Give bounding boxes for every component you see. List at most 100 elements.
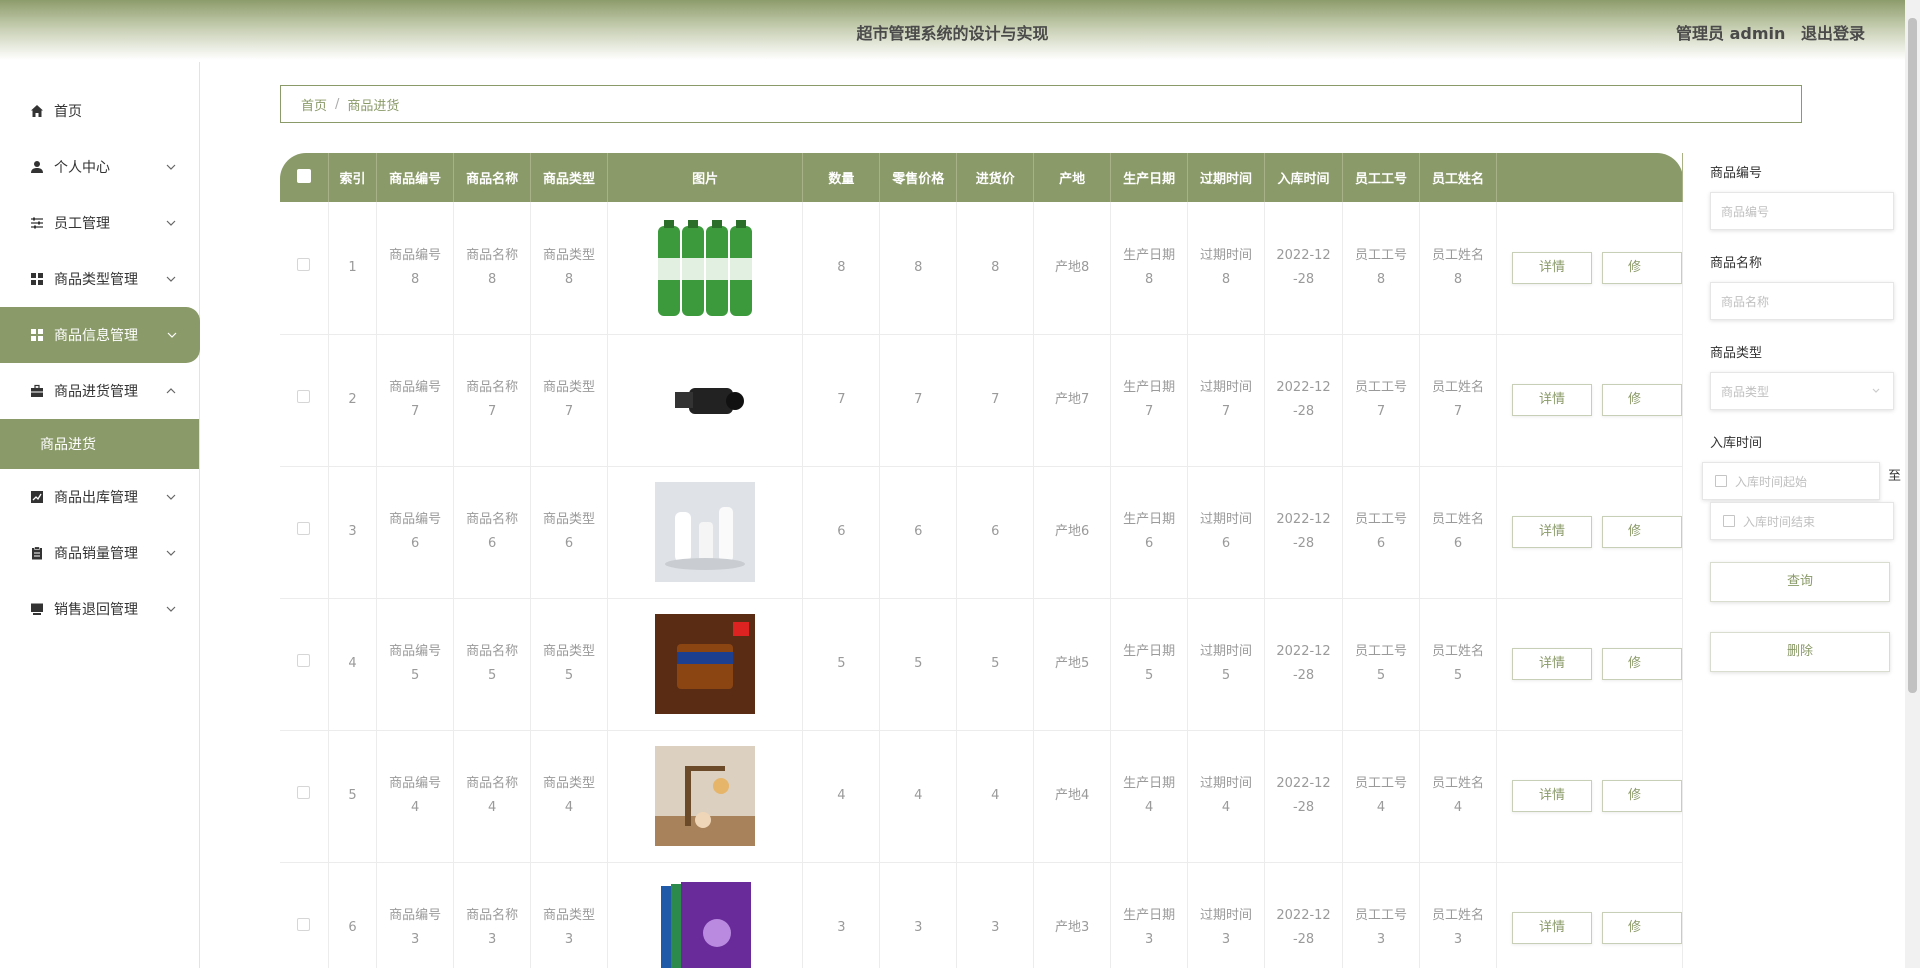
cell-name: 商品名称 7 — [453, 334, 532, 466]
edit-button[interactable]: 修 — [1601, 384, 1682, 416]
type-select-placeholder: 商品类型 — [1721, 384, 1770, 399]
cell-mfg: 生产日期 4 — [1110, 730, 1189, 862]
actions-header — [1496, 153, 1683, 202]
chevron-down-icon — [166, 606, 176, 612]
column-header: 进货价 — [956, 153, 1035, 202]
query-button[interactable]: 查询 — [1710, 562, 1890, 602]
name-input[interactable]: 商品名称 — [1710, 282, 1894, 320]
sidebar-item-label: 销售退回管理 — [54, 602, 138, 618]
row-checkbox[interactable] — [297, 390, 311, 403]
chart-icon — [30, 490, 44, 504]
delete-button[interactable]: 删除 — [1710, 632, 1890, 672]
edit-button[interactable]: 修 — [1601, 251, 1682, 284]
time-start-input[interactable]: 入库时间起始 — [1702, 462, 1880, 500]
cell-image — [607, 334, 804, 466]
cell-exp: 过期时间 8 — [1187, 202, 1266, 334]
grid-icon — [30, 328, 44, 342]
code-input[interactable]: 商品编号 — [1710, 192, 1894, 230]
sidebar-item-label: 商品进货管理 — [54, 384, 138, 400]
row-checkbox-cell[interactable] — [280, 598, 329, 730]
edit-button[interactable]: 修 — [1601, 516, 1682, 548]
cell-name: 商品名称 5 — [453, 598, 532, 730]
briefcase-icon — [30, 384, 44, 398]
cell-type: 商品类型 5 — [530, 598, 608, 730]
cell-code: 商品编号 8 — [376, 202, 455, 334]
table-row: 4 商品编号 5 商品名称 5 商品类型 5 5 5 5 产地5 生产日期 5 过期时间 5 2022-12-… — [280, 598, 1683, 730]
sidebar-item-home[interactable]: 首页 — [0, 83, 199, 139]
cell-qty: 5 — [802, 598, 881, 730]
row-checkbox-cell[interactable] — [280, 862, 329, 968]
cell-emp_name: 员工姓名 3 — [1419, 862, 1497, 968]
page-scrollbar[interactable] — [1905, 0, 1920, 968]
detail-button[interactable]: 详情 — [1511, 516, 1592, 548]
cell-cost: 6 — [956, 466, 1035, 598]
cell-emp_name: 员工姓名 4 — [1419, 730, 1497, 862]
row-checkbox[interactable] — [297, 786, 311, 799]
type-select[interactable]: 商品类型 — [1710, 372, 1894, 410]
cell-exp: 过期时间 3 — [1187, 862, 1266, 968]
detail-button[interactable]: 详情 — [1511, 912, 1592, 944]
sidebar-item-profile[interactable]: 个人中心 — [0, 139, 199, 195]
column-header: 产地 — [1033, 153, 1112, 202]
cell-origin: 产地6 — [1033, 466, 1112, 598]
cell-exp: 过期时间 6 — [1187, 466, 1266, 598]
breadcrumb-home[interactable]: 首页 — [301, 95, 327, 114]
cell-idx: 1 — [328, 202, 378, 334]
cell-mfg: 生产日期 7 — [1110, 334, 1189, 466]
column-header: 员工工号 — [1342, 153, 1421, 202]
edit-button[interactable]: 修 — [1601, 912, 1682, 944]
sidebar-subitem-purchase[interactable]: 商品进货 — [0, 419, 199, 469]
cell-instock: 2022-12 -28 — [1264, 334, 1344, 466]
table-body: 1 商品编号 8 商品名称 8 商品类型 8 8 8 8 产地8 生产日期 8 过期时间 8 2022-12-… — [280, 202, 1683, 968]
chevron-down-icon — [166, 494, 176, 500]
row-checkbox-cell[interactable] — [280, 202, 329, 334]
sidebar-item-purchase[interactable]: 商品进货管理 — [0, 363, 199, 419]
row-checkbox[interactable] — [297, 522, 311, 535]
row-checkbox-cell[interactable] — [280, 730, 329, 862]
chevron-down-icon — [166, 164, 176, 170]
detail-button[interactable]: 详情 — [1511, 251, 1592, 284]
scrollbar-thumb[interactable] — [1908, 18, 1917, 693]
sidebar-item-outbound[interactable]: 商品出库管理 — [0, 469, 199, 525]
cell-emp_id: 员工工号 8 — [1342, 202, 1421, 334]
detail-button[interactable]: 详情 — [1511, 648, 1592, 680]
row-checkbox[interactable] — [297, 257, 311, 271]
table-row: 1 商品编号 8 商品名称 8 商品类型 8 8 8 8 产地8 生产日期 8 过期时间 8 2022-12-… — [280, 202, 1683, 334]
sidebar-item-product-info[interactable]: 商品信息管理 — [0, 307, 200, 363]
chevron-up-icon — [166, 388, 176, 394]
cell-type: 商品类型 4 — [530, 730, 608, 862]
cell-code: 商品编号 6 — [376, 466, 455, 598]
row-checkbox-cell[interactable] — [280, 466, 329, 598]
select-all-header[interactable] — [280, 153, 329, 202]
cell-mfg: 生产日期 6 — [1110, 466, 1189, 598]
breadcrumb: 首页 / 商品进货 — [280, 85, 1802, 123]
product-image — [608, 217, 802, 318]
cell-mfg: 生产日期 5 — [1110, 598, 1189, 730]
sidebar-item-staff[interactable]: 员工管理 — [0, 195, 199, 251]
edit-button[interactable]: 修 — [1601, 780, 1682, 812]
time-end-input[interactable]: 入库时间结束 — [1710, 502, 1894, 540]
detail-button[interactable]: 详情 — [1511, 780, 1592, 812]
row-checkbox-cell[interactable] — [280, 334, 329, 466]
sidebar-item-label: 商品信息管理 — [54, 328, 138, 344]
logout-link[interactable]: 退出登录 — [1801, 24, 1865, 43]
column-header: 索引 — [328, 153, 378, 202]
cell-qty: 3 — [802, 862, 881, 968]
detail-button[interactable]: 详情 — [1511, 384, 1592, 416]
cell-emp_id: 员工工号 4 — [1342, 730, 1421, 862]
row-checkbox[interactable] — [297, 918, 311, 931]
column-header: 零售价格 — [879, 153, 958, 202]
top-header: 超市管理系统的设计与实现 管理员 admin 退出登录 — [0, 0, 1905, 60]
sidebar-item-product-type[interactable]: 商品类型管理 — [0, 251, 199, 307]
cell-code: 商品编号 3 — [376, 862, 455, 968]
cell-retail: 4 — [879, 730, 958, 862]
row-checkbox[interactable] — [297, 654, 311, 667]
edit-button[interactable]: 修 — [1601, 648, 1682, 680]
sidebar-item-sales[interactable]: 商品销量管理 — [0, 525, 199, 581]
sidebar-item-returns[interactable]: 销售退回管理 — [0, 581, 199, 637]
select-all-checkbox[interactable] — [296, 168, 311, 183]
cell-mfg: 生产日期 8 — [1110, 202, 1189, 334]
column-header: 商品编号 — [376, 153, 455, 202]
product-image — [608, 746, 802, 846]
cell-emp_name: 员工姓名 6 — [1419, 466, 1497, 598]
